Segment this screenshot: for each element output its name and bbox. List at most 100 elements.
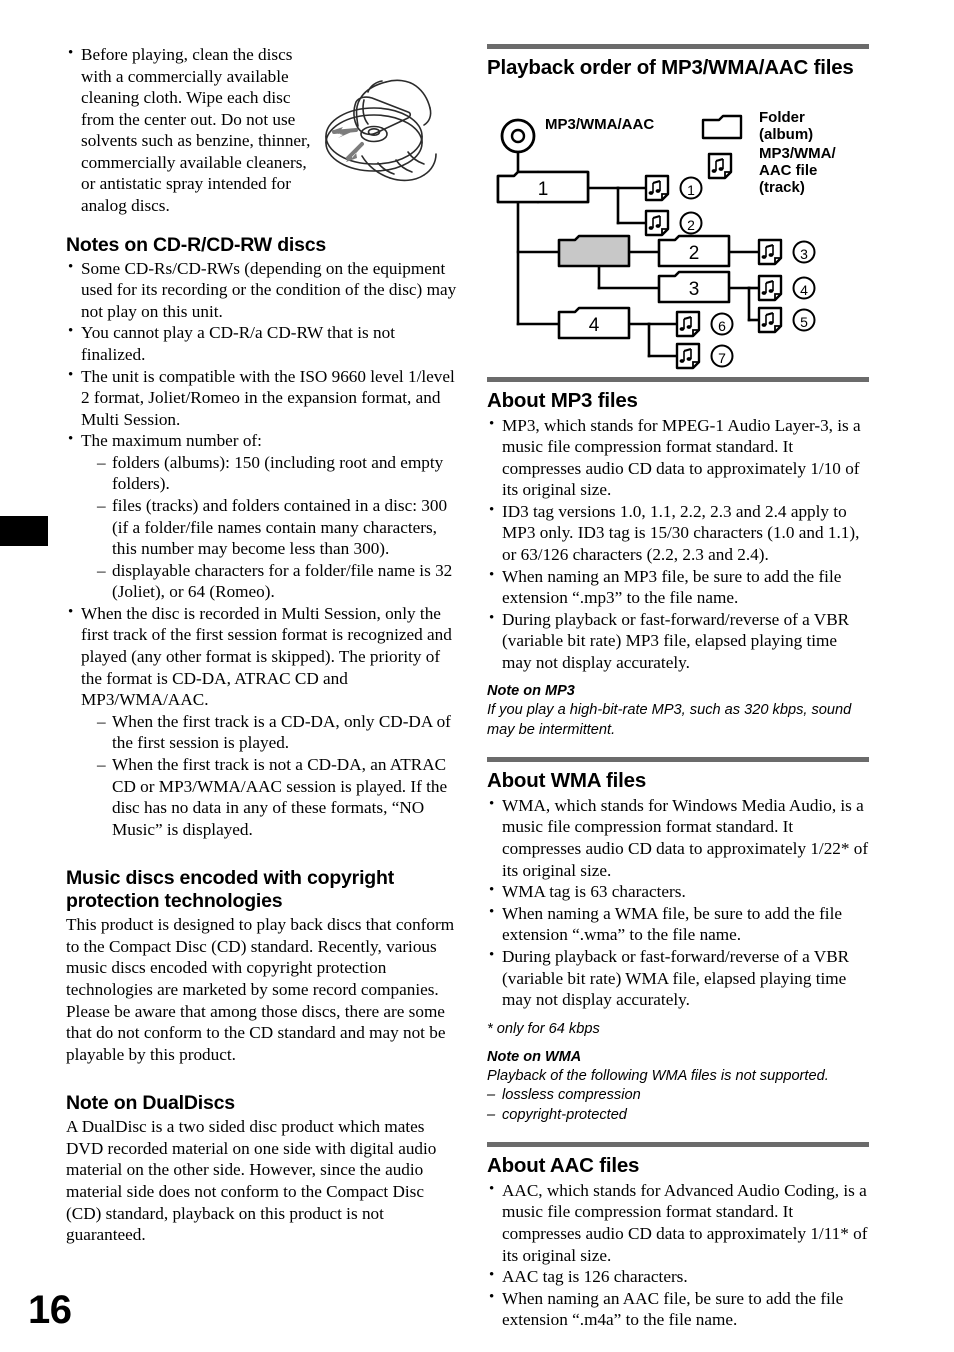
heading-cdr-notes: Notes on CD-R/CD-RW discs: [66, 233, 327, 256]
list-item: ID3 tag versions 1.0, 1.1, 2.2, 2.3 and …: [487, 501, 869, 566]
list-item: When the disc is recorded in Multi Sessi…: [66, 603, 458, 840]
heading-about-wma: About WMA files: [487, 769, 647, 793]
disc-cleaning-illustration: [312, 48, 464, 218]
list-item-text: lossless compression: [502, 1087, 641, 1104]
list-item-text: folders (albums): 150 (including root an…: [112, 452, 444, 494]
svg-text:7: 7: [718, 350, 726, 366]
svg-text:6: 6: [718, 318, 726, 334]
list-item: During playback or fast-forward/reverse …: [487, 946, 869, 1011]
list-item-text: When naming a WMA file, be sure to add t…: [502, 903, 842, 945]
note-on-wma-body: Playback of the following WMA files is n…: [487, 1067, 829, 1084]
svg-text:MP3/WMA/: MP3/WMA/: [759, 145, 836, 162]
list-item-text: ID3 tag versions 1.0, 1.1, 2.2, 2.3 and …: [502, 501, 860, 564]
svg-text:5: 5: [800, 314, 808, 330]
track-number-6: 6: [710, 312, 734, 336]
list-item-text: The maximum number of:: [81, 431, 262, 451]
section-rule: [487, 376, 869, 382]
music-file-icon-1: [644, 174, 670, 201]
wma-footnote: * only for 64 kbps: [487, 1020, 600, 1037]
list-item: When naming a WMA file, be sure to add t…: [487, 903, 869, 946]
list-item: The unit is compatible with the ISO 9660…: [66, 366, 458, 431]
disc-icon: [500, 118, 536, 154]
track-number-5: 5: [792, 308, 816, 332]
list-item: WMA tag is 63 characters.: [487, 881, 869, 903]
section-rule: [487, 1142, 869, 1148]
disc-care-text: Before playing, clean the discs with a c…: [81, 45, 311, 216]
left-column: Before playing, clean the discs with a c…: [66, 44, 458, 1246]
music-file-icon-2: [644, 209, 670, 236]
svg-text:2: 2: [689, 243, 700, 264]
folder-icon-1: 1: [496, 170, 590, 204]
multi-session-sublist: When the first track is a CD-DA, only CD…: [81, 711, 458, 840]
note-on-mp3-body: If you play a high-bit-rate MP3, such as…: [487, 702, 852, 738]
legend-music-file-icon: [707, 152, 733, 179]
list-item: MP3, which stands for MPEG-1 Audio Layer…: [487, 415, 869, 501]
list-item-text: The unit is compatible with the ISO 9660…: [81, 366, 455, 429]
section-rule: [487, 44, 869, 49]
list-item-text: When naming an MP3 file, be sure to add …: [502, 566, 842, 608]
dualdiscs-body: A DualDisc is a two sided disc product w…: [66, 1117, 437, 1245]
heading-playback-order: Playback order of MP3/WMA/AAC files: [487, 56, 854, 79]
list-item: AAC, which stands for Advanced Audio Cod…: [487, 1180, 869, 1266]
svg-text:2: 2: [687, 217, 695, 233]
list-item-text: displayable characters for a folder/file…: [112, 560, 453, 602]
subheading-note-on-mp3: Note on MP3: [487, 683, 575, 700]
track-number-7: 7: [710, 344, 734, 368]
music-file-icon-5: [757, 306, 783, 333]
list-item: copyright-protected: [487, 1106, 869, 1126]
svg-text:Folder: Folder: [759, 109, 805, 126]
music-file-icon-4: [757, 274, 783, 301]
aac-bullet-list: AAC, which stands for Advanced Audio Cod…: [487, 1180, 869, 1331]
list-item: lossless compression: [487, 1086, 869, 1106]
svg-text:(track): (track): [759, 179, 805, 196]
music-file-icon-7: [675, 342, 701, 369]
list-item-text: WMA tag is 63 characters.: [502, 882, 686, 902]
list-item: The maximum number of: folders (albums):…: [66, 430, 458, 603]
list-item: When the first track is not a CD-DA, an …: [97, 754, 458, 840]
right-column: Playback order of MP3/WMA/AAC files MP3/…: [487, 44, 869, 1331]
page-margin-tab: [0, 516, 48, 546]
list-item: AAC tag is 126 characters.: [487, 1266, 869, 1288]
list-item-text: When the first track is a CD-DA, only CD…: [112, 711, 451, 753]
svg-text:1: 1: [687, 182, 695, 198]
list-item-text: When naming an AAC file, be sure to add …: [502, 1288, 844, 1330]
list-item: files (tracks) and folders contained in …: [97, 495, 458, 560]
svg-text:3: 3: [689, 279, 700, 300]
track-number-4: 4: [792, 276, 816, 300]
copyright-protection-body: This product is designed to play back di…: [66, 915, 455, 1064]
track-number-1: 1: [679, 176, 703, 200]
svg-text:4: 4: [589, 315, 600, 336]
playback-order-diagram: MP3/WMA/AAC Folder (album) MP3/WMA/ AAC …: [487, 92, 869, 377]
list-item: During playback or fast-forward/reverse …: [487, 609, 869, 674]
legend-folder-icon: [701, 114, 743, 139]
list-item-text: When the first track is not a CD-DA, an …: [112, 754, 448, 839]
cdr-bullet-list: Some CD-Rs/CD-RWs (depending on the equi…: [66, 258, 458, 841]
max-number-sublist: folders (albums): 150 (including root an…: [81, 452, 458, 603]
list-item-text: AAC, which stands for Advanced Audio Cod…: [502, 1180, 868, 1265]
section-rule: [487, 757, 869, 763]
svg-text:MP3/WMA/AAC: MP3/WMA/AAC: [545, 116, 654, 133]
list-item: WMA, which stands for Windows Media Audi…: [487, 795, 869, 881]
list-item-text: AAC tag is 126 characters.: [502, 1267, 688, 1287]
wma-unsupported-list: lossless compression copyright-protected: [487, 1086, 869, 1125]
heading-dualdiscs: Note on DualDiscs: [66, 1092, 235, 1115]
list-item-text: WMA, which stands for Windows Media Audi…: [502, 795, 869, 880]
list-item-text: When the disc is recorded in Multi Sessi…: [81, 603, 452, 710]
svg-text:4: 4: [800, 282, 808, 298]
subheading-note-on-wma: Note on WMA: [487, 1049, 582, 1066]
heading-about-mp3: About MP3 files: [487, 388, 638, 412]
track-number-3: 3: [792, 240, 816, 264]
folder-icon-2: 2: [657, 234, 731, 268]
list-item: displayable characters for a folder/file…: [97, 560, 458, 603]
track-number-2: 2: [679, 211, 703, 235]
list-item-text: During playback or fast-forward/reverse …: [502, 946, 850, 1010]
list-item: When naming an MP3 file, be sure to add …: [487, 566, 869, 609]
svg-text:AAC file: AAC file: [759, 162, 817, 179]
folder-icon-4: 4: [557, 306, 631, 340]
list-item: When the first track is a CD-DA, only CD…: [97, 711, 458, 754]
list-item: You cannot play a CD-R/a CD-RW that is n…: [66, 322, 458, 365]
heading-about-aac: About AAC files: [487, 1154, 640, 1178]
folder-icon-shaded: [557, 234, 631, 268]
list-item-text: Some CD-Rs/CD-RWs (depending on the equi…: [81, 258, 457, 321]
music-file-icon-6: [675, 310, 701, 337]
